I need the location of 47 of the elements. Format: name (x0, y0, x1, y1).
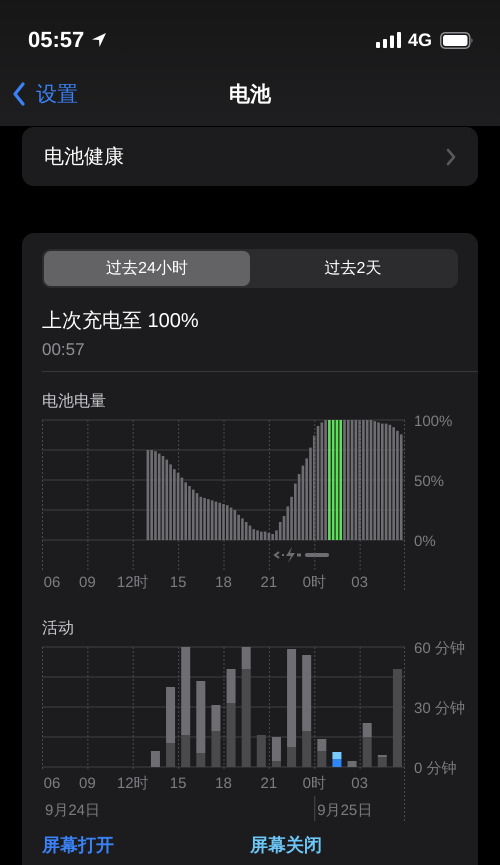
activity-bar (317, 739, 326, 751)
battery-health-row[interactable]: 电池健康 (22, 127, 478, 186)
last-charge-time: 00:57 (42, 340, 86, 360)
x-axis-label: 09 (79, 574, 96, 591)
status-time: 05:57 (28, 27, 84, 53)
x-axis-label: 09 (79, 775, 96, 792)
legend-label: 屏幕打开 (42, 834, 115, 856)
chevron-left-icon (12, 82, 26, 106)
y-axis-label: 30 分钟 (414, 700, 465, 717)
x-axis-label: 21 (260, 574, 278, 591)
page-title: 电池 (229, 82, 271, 108)
y-axis-label: 0 分钟 (414, 760, 457, 777)
x-axis-label: 18 (215, 775, 232, 792)
x-axis-label: 06 (44, 775, 60, 792)
x-axis-label: 21 (260, 775, 278, 792)
x-axis-label: 06 (44, 574, 60, 591)
chart-title: 电池电量 (42, 392, 107, 412)
x-axis-label: 15 (170, 775, 186, 792)
y-axis-label: 60 分钟 (414, 641, 465, 657)
activity-bar (150, 751, 160, 767)
chart-title: 活动 (42, 619, 75, 639)
chevron-right-icon (446, 148, 456, 166)
x-axis-label: 0时 (302, 775, 326, 792)
y-axis-label: 0% (414, 533, 436, 550)
y-axis-label: 100% (414, 414, 452, 430)
network-type: 4G (408, 30, 432, 50)
x-axis-label: 12时 (116, 574, 149, 591)
activity-bar (348, 761, 357, 767)
charging-icon (273, 547, 329, 563)
location-arrow-icon (90, 31, 108, 49)
signal-icon (376, 32, 402, 48)
x-axis-label: 0时 (302, 574, 326, 591)
last-charge-title: 上次充电至 100% (42, 309, 200, 334)
date-label: 9月25日 (317, 802, 372, 819)
x-axis-label: 03 (351, 574, 368, 591)
y-axis-label: 50% (414, 473, 444, 490)
battery-icon (440, 32, 474, 48)
date-label: 9月24日 (45, 802, 100, 819)
activity-bar (211, 705, 220, 731)
x-axis-label: 15 (170, 574, 186, 591)
x-axis-label: 18 (215, 574, 232, 591)
x-axis-label: 03 (351, 775, 368, 792)
back-button[interactable]: 设置 (0, 80, 78, 108)
segment-tab[interactable]: 过去2天 (250, 251, 456, 286)
legend-label: 屏幕关闭 (250, 834, 323, 856)
x-axis-label: 12时 (116, 775, 149, 792)
segment-tab[interactable]: 过去24小时 (44, 251, 250, 286)
